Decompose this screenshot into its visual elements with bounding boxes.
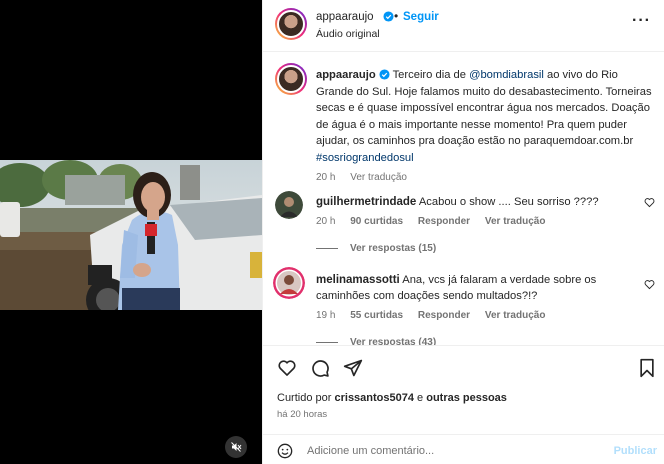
replies-divider: [316, 247, 338, 249]
comment-likes[interactable]: 55 curtidas: [350, 310, 403, 321]
comment-body: melinamassotti Ana, vcs já falaram a ver…: [316, 272, 628, 324]
comment-meta: 20 h 90 curtidas Responder Ver tradução: [316, 214, 628, 230]
comment-meta: 19 h 55 curtidas Responder Ver tradução: [316, 308, 628, 324]
verified-icon: [383, 11, 394, 22]
translate-link[interactable]: Ver tradução: [485, 216, 546, 227]
comment-time: 19 h: [316, 310, 336, 321]
post-panel: appaaraujo • Seguir Áudio original ··· a…: [262, 0, 664, 464]
commenter-avatar[interactable]: [275, 191, 303, 219]
liked-by-user[interactable]: crissantos5074: [334, 392, 414, 404]
caption-time: 20 h: [316, 172, 336, 183]
commenter-username[interactable]: melinamassotti: [316, 274, 400, 286]
view-replies-label: Ver respostas (43): [350, 337, 437, 345]
caption-meta: 20 h Ver tradução: [316, 170, 654, 187]
share-icon[interactable]: [343, 358, 363, 378]
mute-button[interactable]: [225, 436, 247, 458]
post-media[interactable]: [0, 0, 262, 464]
caption-translate-link[interactable]: Ver tradução: [350, 172, 407, 183]
separator-dot: •: [394, 9, 399, 23]
comment-input[interactable]: Adicione um comentário...: [307, 445, 434, 457]
verified-icon: [379, 69, 390, 80]
publish-button[interactable]: Publicar: [614, 445, 657, 457]
view-replies-button[interactable]: Ver respostas (43): [316, 337, 436, 345]
bookmark-icon[interactable]: [638, 358, 656, 378]
translate-link[interactable]: Ver tradução: [485, 310, 546, 321]
video-image: [0, 160, 262, 310]
commenter-avatar[interactable]: [273, 267, 305, 299]
comments-list[interactable]: appaaraujo Terceiro dia de @bomdiabrasil…: [263, 53, 664, 345]
liked-by-others[interactable]: outras pessoas: [426, 392, 507, 404]
post-actions: Curtido por crissantos5074 e outras pess…: [263, 345, 664, 433]
post-timestamp[interactable]: há 20 horas: [277, 409, 327, 420]
commenter-username[interactable]: guilhermetrindade: [316, 196, 416, 208]
video-frame[interactable]: [0, 160, 262, 310]
caption-username[interactable]: appaaraujo: [316, 69, 376, 81]
comment-likes[interactable]: 90 curtidas: [350, 216, 403, 227]
heart-icon[interactable]: [277, 358, 297, 378]
liked-by-middle: e: [413, 392, 427, 404]
mute-icon: [231, 442, 242, 452]
caption-mention-link[interactable]: @bomdiabrasil: [469, 69, 544, 81]
caption-text-part: Terceiro dia de: [392, 69, 470, 81]
author-avatar[interactable]: [275, 8, 307, 40]
reply-button[interactable]: Responder: [418, 216, 470, 227]
comment-icon[interactable]: [310, 358, 330, 378]
audio-label[interactable]: Áudio original: [316, 28, 380, 40]
caption-avatar[interactable]: [275, 63, 307, 95]
comment-time: 20 h: [316, 216, 336, 227]
comment-text: Acabou o show .... Seu sorriso ????: [418, 196, 599, 208]
comment-body: guilhermetrindade Acabou o show .... Seu…: [316, 194, 628, 230]
view-replies-button[interactable]: Ver respostas (15): [316, 243, 436, 254]
add-comment-bar: Adicione um comentário... Publicar: [263, 434, 664, 464]
reply-button[interactable]: Responder: [418, 310, 470, 321]
liked-by[interactable]: Curtido por crissantos5074 e outras pess…: [277, 392, 507, 404]
follow-button[interactable]: Seguir: [403, 11, 439, 23]
comment-like-heart-icon[interactable]: [644, 279, 655, 290]
caption-hashtag-link[interactable]: #sosriograndedosul: [316, 152, 414, 164]
more-options-icon[interactable]: ···: [632, 12, 651, 30]
emoji-icon[interactable]: [277, 443, 293, 459]
liked-by-prefix: Curtido por: [277, 392, 335, 404]
author-username[interactable]: appaaraujo: [316, 11, 374, 23]
comment-like-heart-icon[interactable]: [644, 197, 655, 208]
caption-text: appaaraujo Terceiro dia de @bomdiabrasil…: [316, 67, 654, 187]
view-replies-label: Ver respostas (15): [350, 243, 437, 254]
replies-divider: [316, 341, 338, 343]
post-header: appaaraujo • Seguir Áudio original ···: [263, 0, 664, 52]
